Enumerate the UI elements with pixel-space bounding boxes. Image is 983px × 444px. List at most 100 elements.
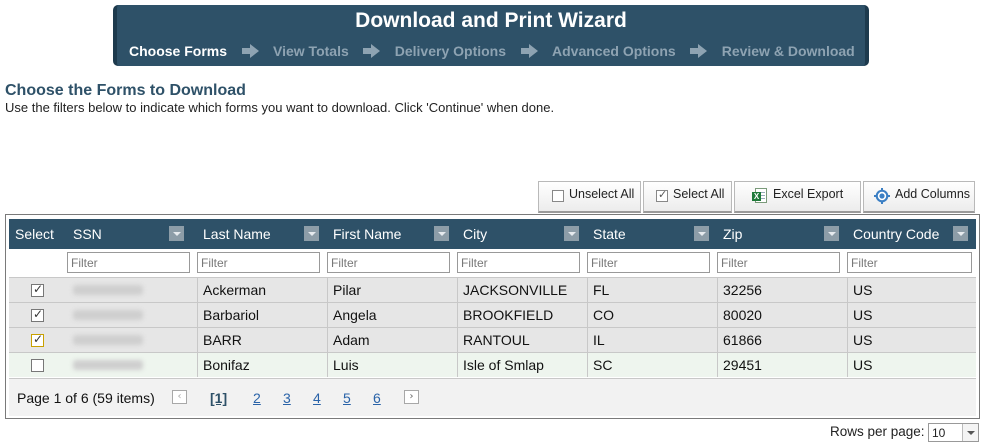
column-header-label: SSN <box>73 226 102 242</box>
table-row[interactable]: BARR Adam RANTOUL IL 61866 US <box>9 327 976 352</box>
checkbox-empty-icon <box>552 190 564 202</box>
cell-zip: 29451 <box>723 357 762 373</box>
filter-row <box>9 249 976 277</box>
cell-state: IL <box>593 332 605 348</box>
column-header-last-name[interactable]: Last Name <box>197 219 327 249</box>
cell-last-name: Barbariol <box>203 307 260 323</box>
gear-icon <box>874 188 890 204</box>
excel-export-button[interactable]: X Excel Export <box>734 181 861 213</box>
rows-per-page-select[interactable]: 10 <box>928 423 979 442</box>
column-menu-icon[interactable] <box>564 226 579 241</box>
column-header-label: Last Name <box>203 226 271 242</box>
column-header-label: First Name <box>333 226 402 242</box>
page-link[interactable]: 6 <box>373 390 381 406</box>
ssn-redacted <box>73 285 143 295</box>
select-all-button[interactable]: Select All <box>643 181 732 213</box>
rows-per-page-value: 10 <box>932 426 946 440</box>
column-header-zip[interactable]: Zip <box>717 219 847 249</box>
column-header-first-name[interactable]: First Name <box>327 219 457 249</box>
city-filter-input[interactable] <box>457 252 580 273</box>
last-name-filter-input[interactable] <box>197 252 320 273</box>
column-header-label: State <box>593 226 626 242</box>
cell-last-name: Bonifaz <box>203 357 250 373</box>
cell-last-name: Ackerman <box>203 282 267 298</box>
cell-country-code: US <box>853 282 873 298</box>
first-name-filter-input[interactable] <box>327 252 450 273</box>
column-header-city[interactable]: City <box>457 219 587 249</box>
column-menu-icon[interactable] <box>953 226 968 241</box>
cell-last-name: BARR <box>203 332 242 348</box>
step-delivery-options: Delivery Options <box>394 43 507 59</box>
column-menu-icon[interactable] <box>169 226 184 241</box>
step-arrow-icon <box>676 44 722 58</box>
cell-city: JACKSONVILLE <box>463 282 568 298</box>
step-view-totals: View Totals <box>273 43 349 59</box>
add-columns-label: Add Columns <box>895 187 971 201</box>
column-menu-icon[interactable] <box>694 226 709 241</box>
add-columns-button[interactable]: Add Columns <box>863 181 975 213</box>
cell-city: Isle of Smlap <box>463 357 544 373</box>
prev-page-icon[interactable]: ‹ <box>172 390 187 404</box>
page-link[interactable]: 4 <box>313 390 321 406</box>
wizard-banner: Download and Print Wizard Choose Forms V… <box>113 5 869 66</box>
wizard-title: Download and Print Wizard <box>355 9 627 32</box>
page-title: Choose the Forms to Download <box>5 82 246 99</box>
column-header-label: Country Code <box>853 226 940 242</box>
chevron-down-icon[interactable] <box>962 424 978 441</box>
ssn-redacted <box>73 310 143 320</box>
column-menu-icon[interactable] <box>434 226 449 241</box>
column-header-label: Zip <box>723 226 743 242</box>
step-choose-forms: Choose Forms <box>129 43 228 59</box>
cell-first-name: Luis <box>333 357 359 373</box>
excel-icon: X <box>752 188 768 204</box>
zip-filter-input[interactable] <box>717 252 840 273</box>
row-select-checkbox[interactable] <box>31 359 44 372</box>
grid-toolbar: Unselect All Select All X Excel Export A… <box>538 181 975 213</box>
unselect-all-button[interactable]: Unselect All <box>538 181 641 213</box>
forms-grid: Select SSN Last Name First Name City Sta… <box>5 214 980 419</box>
column-menu-icon[interactable] <box>824 226 839 241</box>
state-filter-input[interactable] <box>587 252 710 273</box>
column-header-state[interactable]: State <box>587 219 717 249</box>
cell-city: RANTOUL <box>463 332 530 348</box>
row-select-checkbox[interactable] <box>31 332 44 347</box>
page-link[interactable]: 5 <box>343 390 351 406</box>
cell-country-code: US <box>853 332 873 348</box>
page-link[interactable]: 3 <box>283 390 291 406</box>
column-header-select[interactable]: Select <box>9 219 67 249</box>
next-page-icon[interactable]: › <box>404 390 419 404</box>
ssn-redacted <box>73 335 143 345</box>
page-link-current[interactable]: [1] <box>210 390 227 406</box>
cell-zip: 61866 <box>723 332 762 348</box>
cell-state: FL <box>593 282 610 298</box>
cell-country-code: US <box>853 357 873 373</box>
column-header-country-code[interactable]: Country Code <box>847 219 976 249</box>
ssn-filter-input[interactable] <box>67 252 190 273</box>
checkbox-checked-icon <box>656 188 668 202</box>
column-header-ssn[interactable]: SSN <box>67 219 197 249</box>
column-menu-icon[interactable] <box>304 226 319 241</box>
step-review-download: Review & Download <box>721 43 855 59</box>
page-instructions: Use the filters below to indicate which … <box>5 100 555 115</box>
page-link[interactable]: 2 <box>253 390 261 406</box>
pager: Page 1 of 6 (59 items) ‹ [1] 2 3 4 5 6 › <box>9 378 976 416</box>
country-code-filter-input[interactable] <box>847 252 972 273</box>
step-arrow-icon <box>506 44 552 58</box>
excel-export-label: Excel Export <box>773 187 844 201</box>
select-all-label: Select All <box>673 187 725 201</box>
cell-country-code: US <box>853 307 873 323</box>
step-advanced-options: Advanced Options <box>552 43 676 59</box>
cell-first-name: Pilar <box>333 282 362 298</box>
table-row[interactable]: Bonifaz Luis Isle of Smlap SC 29451 US <box>9 352 976 377</box>
step-arrow-icon <box>349 44 395 58</box>
row-select-checkbox[interactable] <box>31 307 44 322</box>
row-select-checkbox[interactable] <box>31 282 44 297</box>
cell-first-name: Angela <box>333 307 377 323</box>
table-row[interactable]: Barbariol Angela BROOKFIELD CO 80020 US <box>9 302 976 327</box>
cell-state: SC <box>593 357 613 373</box>
cell-zip: 80020 <box>723 307 762 323</box>
step-arrow-icon <box>227 44 273 58</box>
unselect-all-label: Unselect All <box>569 187 635 201</box>
table-row[interactable]: Ackerman Pilar JACKSONVILLE FL 32256 US <box>9 277 976 302</box>
cell-first-name: Adam <box>333 332 370 348</box>
